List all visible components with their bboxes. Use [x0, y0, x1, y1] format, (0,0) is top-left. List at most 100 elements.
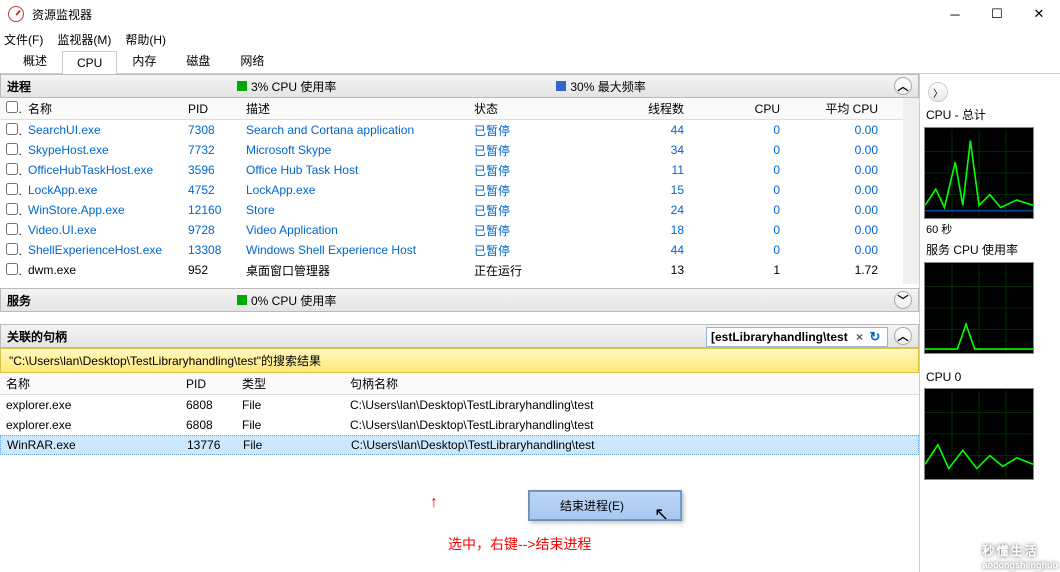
cell-threads: 13 [562, 263, 690, 277]
collapse-services-icon[interactable]: ﹀ [894, 291, 912, 309]
process-row[interactable]: SkypeHost.exe7732Microsoft Skype已暂停3400.… [0, 140, 903, 160]
collapse-handles-icon[interactable]: ︿ [894, 327, 912, 345]
section-processes-title: 进程 [7, 78, 237, 95]
minimize-button[interactable]: ─ [934, 0, 976, 28]
row-checkbox[interactable] [6, 143, 18, 155]
menu-file[interactable]: 文件(F) [4, 31, 43, 48]
cell-desc: Store [240, 203, 468, 217]
tab-disk[interactable]: 磁盘 [171, 47, 225, 73]
cell-name: SkypeHost.exe [22, 143, 182, 157]
cell-avg: 0.00 [786, 123, 884, 137]
blue-square-icon [556, 81, 566, 91]
refresh-search-icon[interactable]: ↻ [867, 329, 883, 345]
cell-desc: Microsoft Skype [240, 143, 468, 157]
chart-services-cpu [924, 262, 1034, 354]
row-checkbox[interactable] [6, 243, 18, 255]
handle-row[interactable]: explorer.exe6808FileC:\Users\lan\Desktop… [0, 395, 919, 415]
cell-cpu: 0 [690, 123, 786, 137]
col-name[interactable]: 名称 [22, 100, 182, 117]
cell-status: 已暂停 [468, 242, 562, 259]
select-all-checkbox[interactable] [6, 101, 18, 113]
col-desc[interactable]: 描述 [240, 100, 468, 117]
cell-avg: 0.00 [786, 243, 884, 257]
process-row[interactable]: OfficeHubTaskHost.exe3596Office Hub Task… [0, 160, 903, 180]
hcol-type[interactable]: 类型 [236, 375, 344, 392]
process-row[interactable]: SearchUI.exe7308Search and Cortana appli… [0, 120, 903, 140]
search-text: [estLibraryhandling\test [711, 330, 848, 344]
hcol-name[interactable]: 名称 [0, 375, 180, 392]
row-checkbox[interactable] [6, 223, 18, 235]
cell-threads: 24 [562, 203, 690, 217]
col-threads[interactable]: 线程数 [562, 100, 690, 117]
close-button[interactable]: ✕ [1018, 0, 1060, 28]
cell-threads: 34 [562, 143, 690, 157]
annotation-text: 选中，右键-->结束进程 [448, 534, 592, 554]
cell-cpu: 1 [690, 263, 786, 277]
row-checkbox[interactable] [6, 203, 18, 215]
window-controls: ─ ☐ ✕ [934, 0, 1060, 28]
cell-threads: 15 [562, 183, 690, 197]
menu-monitor[interactable]: 监视器(M) [57, 31, 111, 48]
col-avg[interactable]: 平均 CPU [786, 100, 884, 117]
process-row[interactable]: ShellExperienceHost.exe13308Windows Shel… [0, 240, 903, 260]
cell-pid: 12160 [182, 203, 240, 217]
cell-status: 已暂停 [468, 162, 562, 179]
handle-row[interactable]: explorer.exe6808FileC:\Users\lan\Desktop… [0, 415, 919, 435]
cell-pid: 3596 [182, 163, 240, 177]
row-checkbox[interactable] [6, 163, 18, 175]
chart-sixty-label: 60 秒 [926, 221, 1056, 237]
processes-header-row: 名称 PID 描述 状态 线程数 CPU 平均 CPU [0, 98, 903, 120]
collapse-processes-icon[interactable]: ︿ [894, 77, 912, 95]
cell-avg: 0.00 [786, 163, 884, 177]
chart-nav-button[interactable]: 〉 [928, 82, 948, 102]
cell-threads: 44 [562, 243, 690, 257]
tab-bar: 概述 CPU 内存 磁盘 网络 [0, 50, 1060, 74]
menu-help[interactable]: 帮助(H) [125, 31, 166, 48]
handles-search-box[interactable]: [estLibraryhandling\test × ↻ [706, 327, 888, 347]
col-cpu[interactable]: CPU [690, 102, 786, 116]
hcell-pid: 6808 [180, 398, 236, 412]
row-checkbox[interactable] [6, 123, 18, 135]
tab-network[interactable]: 网络 [225, 47, 279, 73]
tab-memory[interactable]: 内存 [117, 47, 171, 73]
green-square-icon [237, 295, 247, 305]
chart-cpu0 [924, 388, 1034, 480]
section-handles-header[interactable]: 关联的句柄 [estLibraryhandling\test × ↻ ︿ [0, 324, 919, 348]
cell-cpu: 0 [690, 143, 786, 157]
cell-desc: Office Hub Task Host [240, 163, 468, 177]
tab-overview[interactable]: 概述 [8, 47, 62, 73]
hcol-handle[interactable]: 句柄名称 [344, 375, 919, 392]
cell-desc: LockApp.exe [240, 183, 468, 197]
row-checkbox[interactable] [6, 183, 18, 195]
green-square-icon [237, 81, 247, 91]
cell-name: Video.UI.exe [22, 223, 182, 237]
cell-cpu: 0 [690, 203, 786, 217]
hcell-name: explorer.exe [0, 398, 180, 412]
max-freq-metric: 30% 最大频率 [556, 78, 645, 95]
cell-name: SearchUI.exe [22, 123, 182, 137]
clear-search-icon[interactable]: × [854, 330, 865, 344]
process-row[interactable]: Video.UI.exe9728Video Application已暂停1800… [0, 220, 903, 240]
process-row[interactable]: LockApp.exe4752LockApp.exe已暂停1500.00 [0, 180, 903, 200]
handle-row[interactable]: WinRAR.exe13776FileC:\Users\lan\Desktop\… [0, 435, 919, 455]
process-row[interactable]: dwm.exe952桌面窗口管理器正在运行1311.72 [0, 260, 903, 280]
window-titlebar: 资源监视器 ─ ☐ ✕ [0, 0, 1060, 28]
section-services-header[interactable]: 服务 0% CPU 使用率 ﹀ [0, 288, 919, 312]
maximize-button[interactable]: ☐ [976, 0, 1018, 28]
tab-cpu[interactable]: CPU [62, 51, 117, 74]
col-pid[interactable]: PID [182, 102, 240, 116]
col-status[interactable]: 状态 [468, 100, 562, 117]
hcol-pid[interactable]: PID [180, 377, 236, 391]
process-row[interactable]: WinStore.App.exe12160Store已暂停2400.00 [0, 200, 903, 220]
services-cpu-metric: 0% CPU 使用率 [237, 292, 336, 309]
section-processes-header[interactable]: 进程 3% CPU 使用率 30% 最大频率 ︿ [0, 74, 919, 98]
cell-name: dwm.exe [22, 263, 182, 277]
cursor-icon: ↖ [654, 504, 669, 525]
section-services-title: 服务 [7, 292, 237, 309]
cell-avg: 1.72 [786, 263, 884, 277]
cell-desc: Video Application [240, 223, 468, 237]
cell-desc: 桌面窗口管理器 [240, 262, 468, 279]
app-logo-icon [8, 6, 24, 22]
row-checkbox[interactable] [6, 263, 18, 275]
hcell-pid: 6808 [180, 418, 236, 432]
